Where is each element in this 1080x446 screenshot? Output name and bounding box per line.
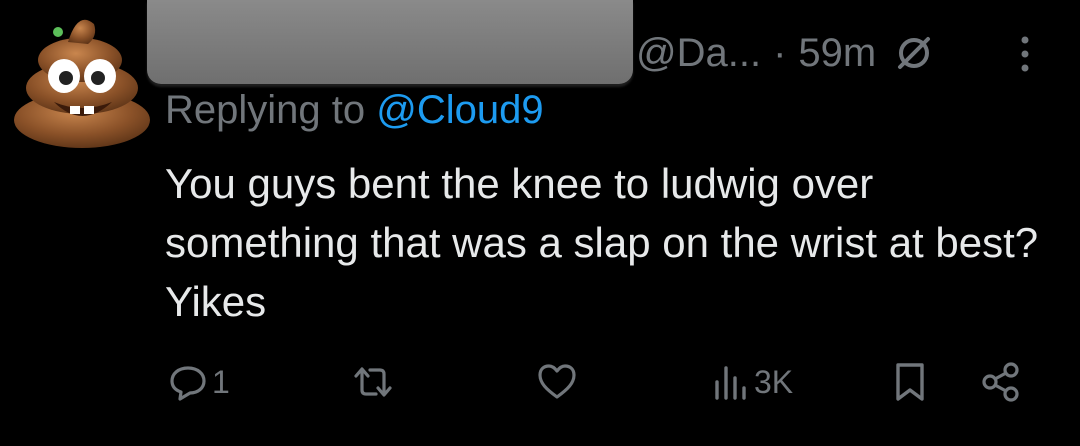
user-handle[interactable]: @Da... xyxy=(636,31,761,76)
avatar[interactable] xyxy=(8,2,158,152)
poop-emoji-icon xyxy=(14,19,150,148)
share-button[interactable] xyxy=(980,352,1022,412)
tweet-actions: 1 3K xyxy=(0,352,1080,412)
views-count: 3K xyxy=(754,363,794,400)
views-icon xyxy=(715,366,746,400)
limited-visibility-icon[interactable] xyxy=(894,33,934,73)
replying-to: Replying to @Cloud9 xyxy=(165,88,544,133)
like-heart-icon xyxy=(538,364,576,399)
retweet-button[interactable] xyxy=(350,352,396,412)
like-button[interactable] xyxy=(536,352,578,412)
tweet-text: You guys bent the knee to ludwig over so… xyxy=(165,160,1039,325)
meta-separator: · xyxy=(773,30,787,75)
share-icon xyxy=(982,362,1019,402)
tweet-meta: @Da... · 59m xyxy=(636,28,934,78)
bookmark-icon xyxy=(896,363,924,401)
tweet-time[interactable]: 59m xyxy=(798,31,876,76)
more-options-icon[interactable] xyxy=(1010,32,1040,76)
redacted-display-name xyxy=(147,0,633,84)
bookmark-button[interactable] xyxy=(892,352,928,412)
retweet-icon xyxy=(354,367,392,397)
reply-button[interactable]: 1 xyxy=(168,352,230,412)
views-button[interactable]: 3K xyxy=(712,352,793,412)
reply-mention-link[interactable]: @Cloud9 xyxy=(376,88,543,132)
reply-count: 1 xyxy=(212,363,230,400)
replying-to-label: Replying to xyxy=(165,88,366,132)
reply-icon xyxy=(170,366,206,401)
